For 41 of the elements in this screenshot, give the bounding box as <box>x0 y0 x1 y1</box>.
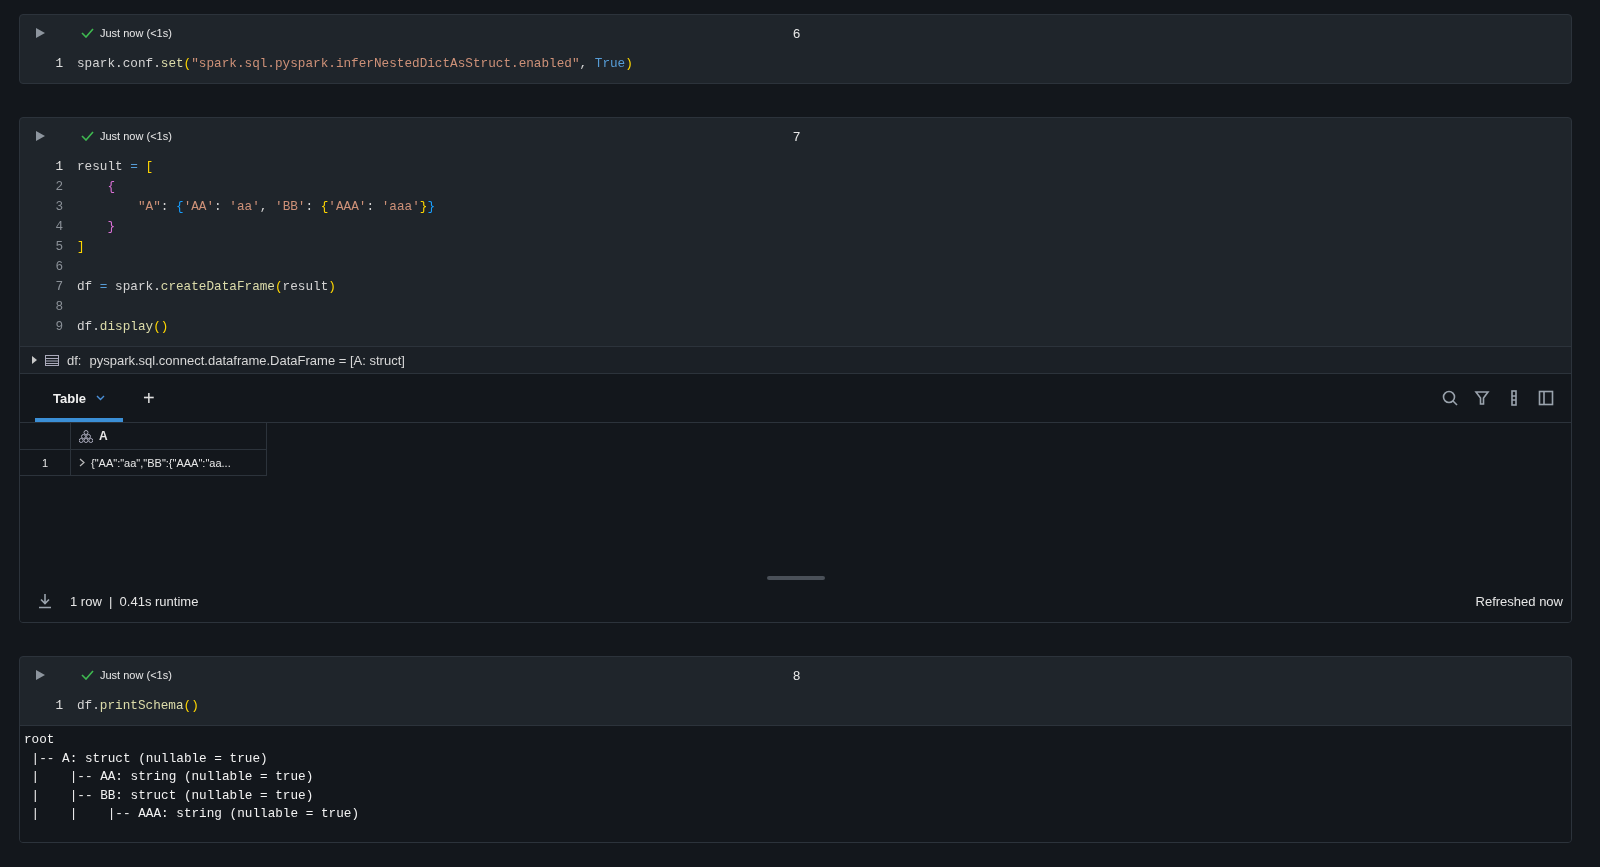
schema-text: pyspark.sql.connect.dataframe.DataFrame = [A: struct] <box>89 352 405 368</box>
add-tab-button[interactable]: + <box>131 374 167 422</box>
refresh-status: Refreshed now <box>1475 593 1563 609</box>
cell-number: 7 <box>792 128 801 144</box>
column-name: A <box>99 429 108 443</box>
code-line: result = [ <box>77 158 154 174</box>
result-summary: 1 row | 0.41s runtime <box>70 593 199 609</box>
run-status: Just now (<1s) <box>100 27 172 39</box>
cell-number: 6 <box>792 25 801 41</box>
code-line: spark.conf.set("spark.sql.pyspark.inferNestedDictAsStruct.enabled", True) <box>77 55 633 71</box>
table-tab[interactable]: Table <box>35 374 123 422</box>
line-number: 8 <box>54 298 64 314</box>
code-line: { <box>106 178 116 194</box>
code-line: ] <box>77 238 85 254</box>
run-status: Just now (<1s) <box>100 669 172 681</box>
column-header[interactable]: A <box>71 423 267 450</box>
output-line: | |-- BB: struct (nullable = true) <box>30 786 315 805</box>
table-cell: {"AA":"aa","BB":{"AAA":"aa... <box>91 456 231 469</box>
code-line: df = spark.createDataFrame(result) <box>77 278 336 294</box>
row-number: 1 <box>20 450 71 475</box>
output-line: root <box>24 731 56 749</box>
code-line: } <box>106 218 116 234</box>
run-status: Just now (<1s) <box>100 130 172 142</box>
line-number: 7 <box>54 278 64 294</box>
line-number: 1 <box>54 697 64 713</box>
line-number: 5 <box>54 238 64 254</box>
code-line: df.printSchema() <box>77 697 199 713</box>
line-number: 2 <box>54 178 64 194</box>
code-line: "A": {'AA': 'aa', 'BB': {'AAA': 'aaa'}} <box>136 198 435 214</box>
line-number: 1 <box>54 158 64 174</box>
line-number: 1 <box>54 55 64 71</box>
output-line: | |-- AA: string (nullable = true) <box>30 768 315 786</box>
line-number: 3 <box>54 198 64 214</box>
line-number: 9 <box>54 318 64 334</box>
line-number: 6 <box>54 258 64 274</box>
code-line: df.display() <box>77 318 169 334</box>
line-number: 4 <box>54 218 64 234</box>
output-line: | | |-- AAA: string (nullable = true) <box>30 805 360 823</box>
variable-name: df: <box>67 352 82 368</box>
output-line: |-- A: struct (nullable = true) <box>30 749 269 768</box>
cell-number: 8 <box>792 667 801 683</box>
